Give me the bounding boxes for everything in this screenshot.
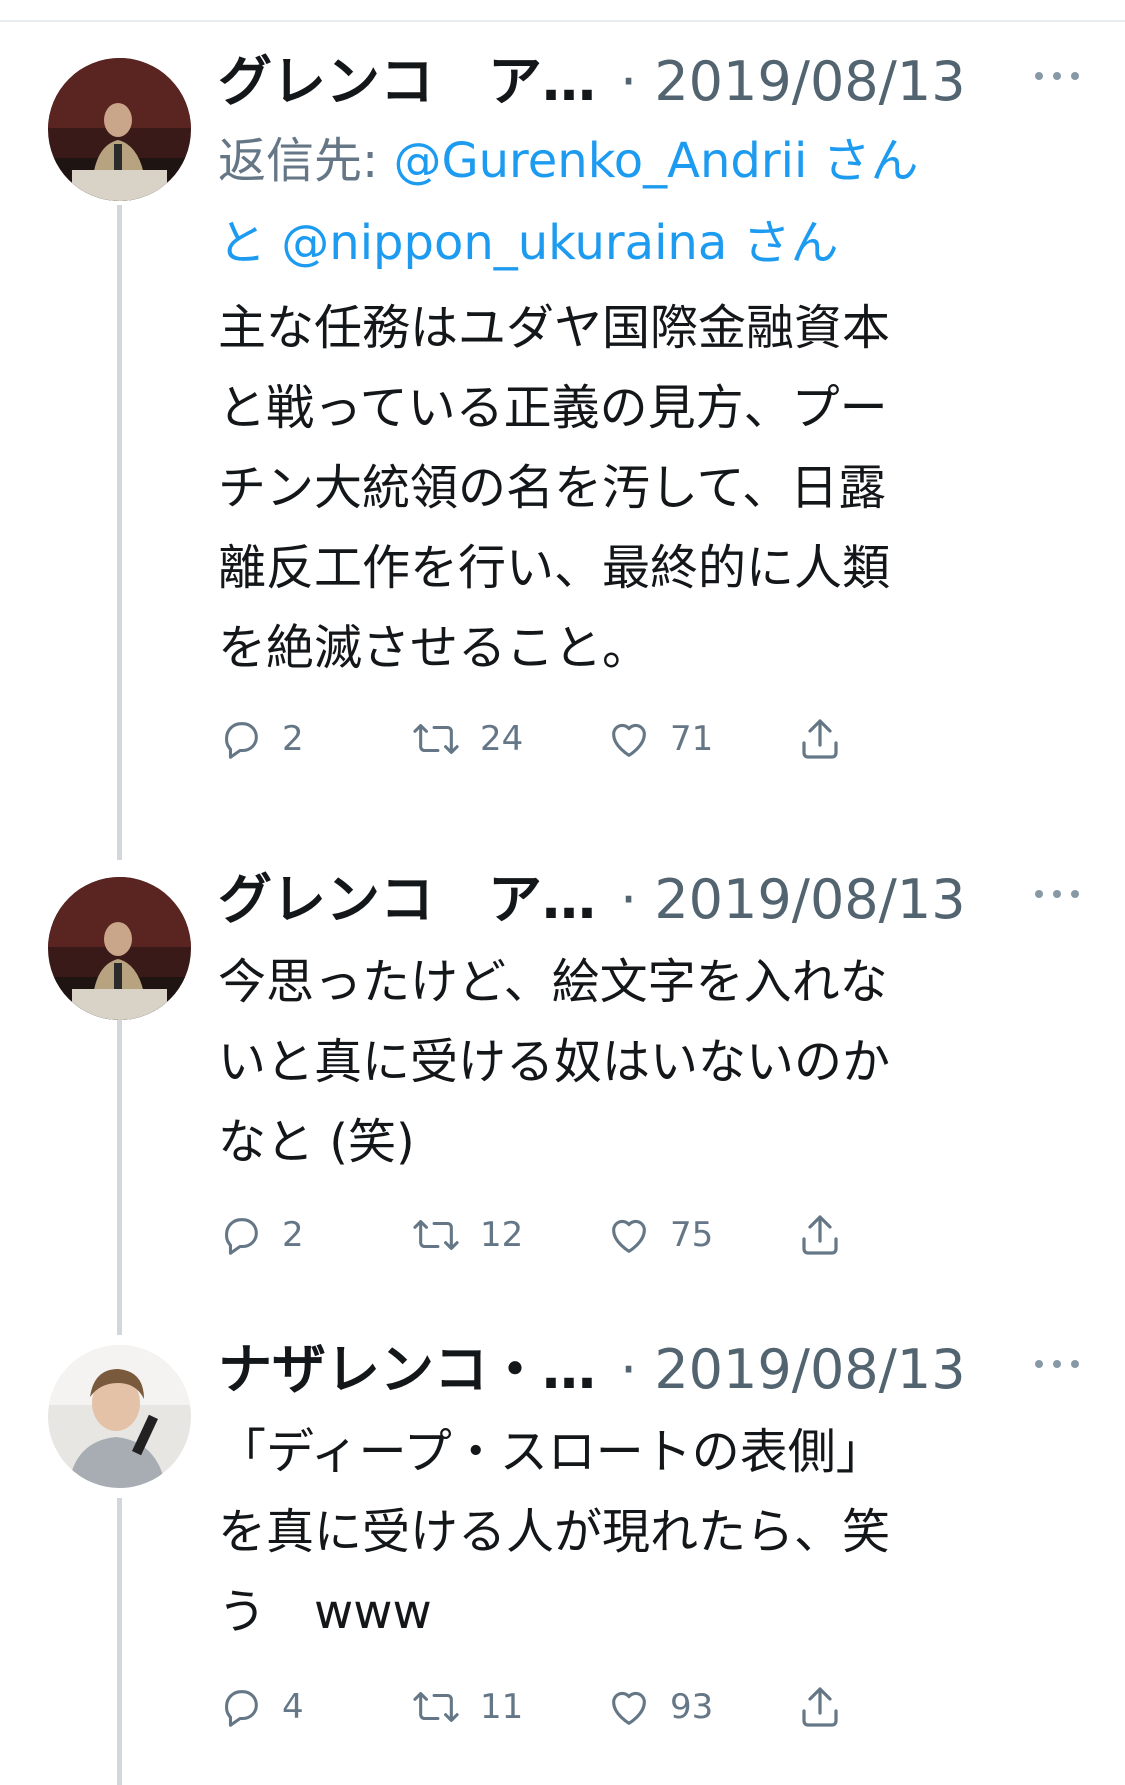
mention-link[interactable]: @Gurenko_Andrii さん	[393, 133, 918, 189]
reply-count: 4	[282, 1687, 304, 1727]
action-bar: 2 12 75	[218, 1200, 1078, 1270]
tweet-date[interactable]: · 2019/08/13	[620, 44, 966, 120]
share-upload-icon	[796, 1683, 844, 1731]
heart-icon	[606, 716, 652, 762]
like-button[interactable]: 71	[606, 704, 713, 774]
tweet-date[interactable]: · 2019/08/13	[620, 1332, 966, 1408]
mention-link[interactable]: @nippon_ukuraina さん	[281, 215, 838, 271]
avatar[interactable]	[48, 877, 191, 1020]
more-horizontal-icon[interactable]	[1032, 66, 1082, 86]
share-upload-icon	[796, 1211, 844, 1259]
retweet-arrows-icon	[410, 716, 462, 762]
thread-line	[117, 205, 122, 860]
reply-join: と	[218, 215, 282, 271]
text-line: いと真に受ける奴はいないのか	[218, 1034, 891, 1090]
retweet-arrows-icon	[410, 1212, 462, 1258]
display-name[interactable]: グレンコ ア…	[218, 862, 596, 938]
like-button[interactable]: 93	[606, 1672, 713, 1742]
text-line: う www	[218, 1584, 432, 1640]
share-upload-icon	[796, 715, 844, 763]
thread-line	[117, 1498, 122, 1785]
retweet-arrows-icon	[410, 1684, 462, 1730]
text-line: 離反工作を行い、最終的に人類	[218, 540, 891, 596]
text-line: 主な任務はユダヤ国際金融資本	[218, 300, 891, 356]
speech-bubble-icon	[218, 716, 264, 762]
reply-prefix: 返信先:	[218, 133, 394, 189]
tweet-text: 「ディープ・スロートの表側」 を真に受ける人が現れたら、笑 う www	[218, 1412, 1078, 1652]
speech-bubble-icon	[218, 1212, 264, 1258]
like-button[interactable]: 75	[606, 1200, 713, 1270]
tweet-text: 主な任務はユダヤ国際金融資本 と戦っている正義の見方、プー チン大統領の名を汚し…	[218, 288, 1078, 688]
tweet-header: ナザレンコ・… · 2019/08/13	[218, 1332, 1079, 1408]
thread-line	[117, 1020, 122, 1335]
more-horizontal-icon[interactable]	[1032, 1354, 1082, 1374]
tweet[interactable]: グレンコ ア… · 2019/08/13 今思ったけど、絵文字を入れな いと真に…	[218, 862, 1079, 1270]
top-divider	[0, 20, 1125, 22]
avatar[interactable]	[48, 58, 191, 201]
retweet-button[interactable]: 12	[410, 1200, 523, 1270]
text-line: を真に受ける人が現れたら、笑	[218, 1504, 891, 1560]
reply-to-line: 返信先: @Gurenko_Andrii さん と @nippon_ukurai…	[218, 120, 1078, 284]
action-bar: 2 24 71	[218, 704, 1078, 774]
share-button[interactable]	[796, 1200, 844, 1270]
retweet-count: 12	[480, 1215, 524, 1255]
text-line: 今思ったけど、絵文字を入れな	[218, 954, 888, 1010]
tweet-header: グレンコ ア… · 2019/08/13	[218, 862, 1079, 938]
more-horizontal-icon[interactable]	[1032, 884, 1082, 904]
tweet-header: グレンコ ア… · 2019/08/13	[218, 44, 1079, 120]
like-count: 75	[670, 1215, 714, 1255]
action-bar: 4 11 93	[218, 1672, 1078, 1742]
retweet-count: 24	[480, 719, 524, 759]
like-count: 93	[670, 1687, 714, 1727]
text-line: を絶滅させること。	[218, 620, 651, 676]
profile-photo-icon	[48, 58, 191, 201]
text-line: なと (笑)	[218, 1114, 415, 1170]
display-name[interactable]: ナザレンコ・…	[218, 1332, 596, 1408]
text-line: と戦っている正義の見方、プー	[218, 380, 888, 436]
profile-photo-icon	[48, 1345, 191, 1488]
retweet-count: 11	[480, 1687, 524, 1727]
avatar[interactable]	[48, 1345, 191, 1488]
profile-photo-icon	[48, 877, 191, 1020]
retweet-button[interactable]: 24	[410, 704, 523, 774]
speech-bubble-icon	[218, 1684, 264, 1730]
reply-button[interactable]: 4	[218, 1672, 304, 1742]
reply-button[interactable]: 2	[218, 704, 304, 774]
tweet-date[interactable]: · 2019/08/13	[620, 862, 966, 938]
tweet-text: 今思ったけど、絵文字を入れな いと真に受ける奴はいないのか なと (笑)	[218, 942, 1078, 1182]
display-name[interactable]: グレンコ ア…	[218, 44, 596, 120]
heart-icon	[606, 1212, 652, 1258]
reply-count: 2	[282, 719, 304, 759]
text-line: 「ディープ・スロートの表側」	[218, 1424, 884, 1480]
reply-count: 2	[282, 1215, 304, 1255]
reply-button[interactable]: 2	[218, 1200, 304, 1270]
tweet[interactable]: グレンコ ア… · 2019/08/13 返信先: @Gurenko_Andri…	[218, 44, 1079, 774]
share-button[interactable]	[796, 704, 844, 774]
heart-icon	[606, 1684, 652, 1730]
text-line: チン大統領の名を汚して、日露	[218, 460, 887, 516]
share-button[interactable]	[796, 1672, 844, 1742]
like-count: 71	[670, 719, 714, 759]
retweet-button[interactable]: 11	[410, 1672, 523, 1742]
tweet[interactable]: ナザレンコ・… · 2019/08/13 「ディープ・スロートの表側」 を真に受…	[218, 1332, 1079, 1742]
